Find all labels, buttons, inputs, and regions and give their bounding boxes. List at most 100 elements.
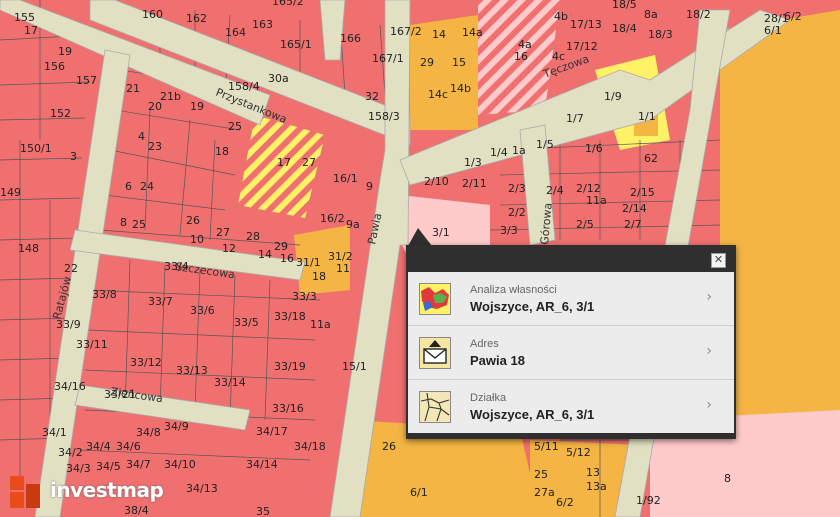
parcel-map-icon xyxy=(419,391,451,423)
popup-item-label: Działka xyxy=(470,392,507,404)
parcel-label: 34/17 xyxy=(256,425,288,438)
parcel-label: 17 xyxy=(277,156,291,169)
parcel-label: 2/7 xyxy=(624,218,642,231)
parcel-label: 33/9 xyxy=(56,318,81,331)
parcel-label: 33/18 xyxy=(274,310,306,323)
parcel-label: 8 xyxy=(120,216,127,229)
parcel-label: 26 xyxy=(186,214,200,227)
parcel-label: 26 xyxy=(382,440,396,453)
parcel-label: 1/3 xyxy=(464,156,482,169)
parcel-label: 3 xyxy=(70,150,77,163)
parcel-label: 25 xyxy=(228,120,242,133)
popup-item-address[interactable]: Adres Pawia 18 › xyxy=(408,326,734,380)
parcel-label: 2/4 xyxy=(546,184,564,197)
parcel-label: 34/3 xyxy=(66,462,91,475)
parcel-label: 155 xyxy=(14,11,35,24)
parcel-label: 164 xyxy=(225,26,246,39)
parcel-label: 9a xyxy=(346,218,360,231)
parcel-label: 3/3 xyxy=(500,224,518,237)
parcel-label: 33/6 xyxy=(190,304,215,317)
parcel-label: 11a xyxy=(586,194,607,207)
parcel-label: 34/16 xyxy=(54,380,86,393)
parcel-label: 8a xyxy=(644,8,658,21)
investmap-logo-icon[interactable] xyxy=(8,474,48,510)
parcel-label: 34/7 xyxy=(126,458,151,471)
parcel-label: 1/5 xyxy=(536,138,554,151)
parcel-label: 62 xyxy=(644,152,658,165)
parcel-label: 163 xyxy=(252,18,273,31)
parcel-label: 33/21 xyxy=(104,388,136,401)
parcel-label: 160 xyxy=(142,8,163,21)
parcel-label: 19 xyxy=(58,45,72,58)
parcel-label: 6/2 xyxy=(556,496,574,509)
parcel-label: 30a xyxy=(268,72,289,85)
parcel-label: 35 xyxy=(256,505,270,517)
parcel-label: 27 xyxy=(302,156,316,169)
parcel-label: 24 xyxy=(140,180,154,193)
parcel-label: 148 xyxy=(18,242,39,255)
parcel-label: 33/12 xyxy=(130,356,162,369)
parcel-label: 157 xyxy=(76,74,97,87)
parcel-label: 16/1 xyxy=(333,172,358,185)
parcel-label: 15 xyxy=(452,56,466,69)
popup-item-ownership-analysis[interactable]: Analiza własności Wojszyce, AR_6, 3/1 › xyxy=(408,272,734,326)
parcel-label: 38/4 xyxy=(124,504,149,517)
parcel-label: 14 xyxy=(432,28,446,41)
parcel-label: 158/4 xyxy=(228,80,260,93)
parcel-label: 33/4 xyxy=(164,260,189,273)
close-icon[interactable]: ✕ xyxy=(711,253,726,268)
parcel-label: 13 xyxy=(586,466,600,479)
parcel-label: 4b xyxy=(554,10,568,23)
parcel-label: 4c xyxy=(552,50,565,63)
parcel-label: 15/1 xyxy=(342,360,367,373)
parcel-label: 33/11 xyxy=(76,338,108,351)
parcel-label: 34/1 xyxy=(42,426,67,439)
parcel-label: 1a xyxy=(512,144,526,157)
parcel-label: 25 xyxy=(534,468,548,481)
address-envelope-icon xyxy=(419,337,451,369)
parcel-label: 34/5 xyxy=(96,460,121,473)
parcel-label: 18 xyxy=(215,145,229,158)
popup-pointer xyxy=(408,228,432,246)
parcel-label: 14b xyxy=(450,82,471,95)
parcel-label: 6/1 xyxy=(764,24,782,37)
parcel-label: 33/13 xyxy=(176,364,208,377)
parcel-label: 10 xyxy=(190,233,204,246)
parcel-label: 162 xyxy=(186,12,207,25)
parcel-label: 17 xyxy=(24,24,38,37)
parcel-label: 3/1 xyxy=(432,226,450,239)
parcel-label: 22 xyxy=(64,262,78,275)
parcel-label: 18/4 xyxy=(612,22,637,35)
parcel-label: 28 xyxy=(246,230,260,243)
parcel-label: 167/1 xyxy=(372,52,404,65)
parcel-label: 1/1 xyxy=(638,110,656,123)
parcel-label: 5/11 xyxy=(534,440,559,453)
parcel-label: 2/2 xyxy=(508,206,526,219)
parcel-label: 167/2 xyxy=(390,25,422,38)
parcel-label: 2/10 xyxy=(424,175,449,188)
parcel-label: 33/3 xyxy=(292,290,317,303)
parcel-label: 34/18 xyxy=(294,440,326,453)
parcel-label: 19 xyxy=(190,100,204,113)
parcel-label: 2/14 xyxy=(622,202,647,215)
parcel-label: 14 xyxy=(258,248,272,261)
parcel-label: 32 xyxy=(365,90,379,103)
parcel-label: 165/1 xyxy=(280,38,312,51)
parcel-label: 2/15 xyxy=(630,186,655,199)
parcel-label: 33/16 xyxy=(272,402,304,415)
parcel-label: 16 xyxy=(280,252,294,265)
parcel-label: 165/2 xyxy=(272,0,304,8)
parcel-label: 27a xyxy=(534,486,555,499)
parcel-label: 9 xyxy=(366,180,373,193)
logo-text: investmap xyxy=(50,478,164,502)
popup-item-parcel[interactable]: Działka Wojszyce, AR_6, 3/1 › xyxy=(408,380,734,433)
parcel-label: 2/3 xyxy=(508,182,526,195)
parcel-label: 18 xyxy=(312,270,326,283)
parcel-label: 1/6 xyxy=(585,142,603,155)
parcel-label: 25 xyxy=(132,218,146,231)
parcel-label: 152 xyxy=(50,107,71,120)
parcel-label: 21 xyxy=(126,82,140,95)
popup-item-value: Wojszyce, AR_6, 3/1 xyxy=(470,299,595,314)
parcel-label: 156 xyxy=(44,60,65,73)
parcel-label: 34/8 xyxy=(136,426,161,439)
